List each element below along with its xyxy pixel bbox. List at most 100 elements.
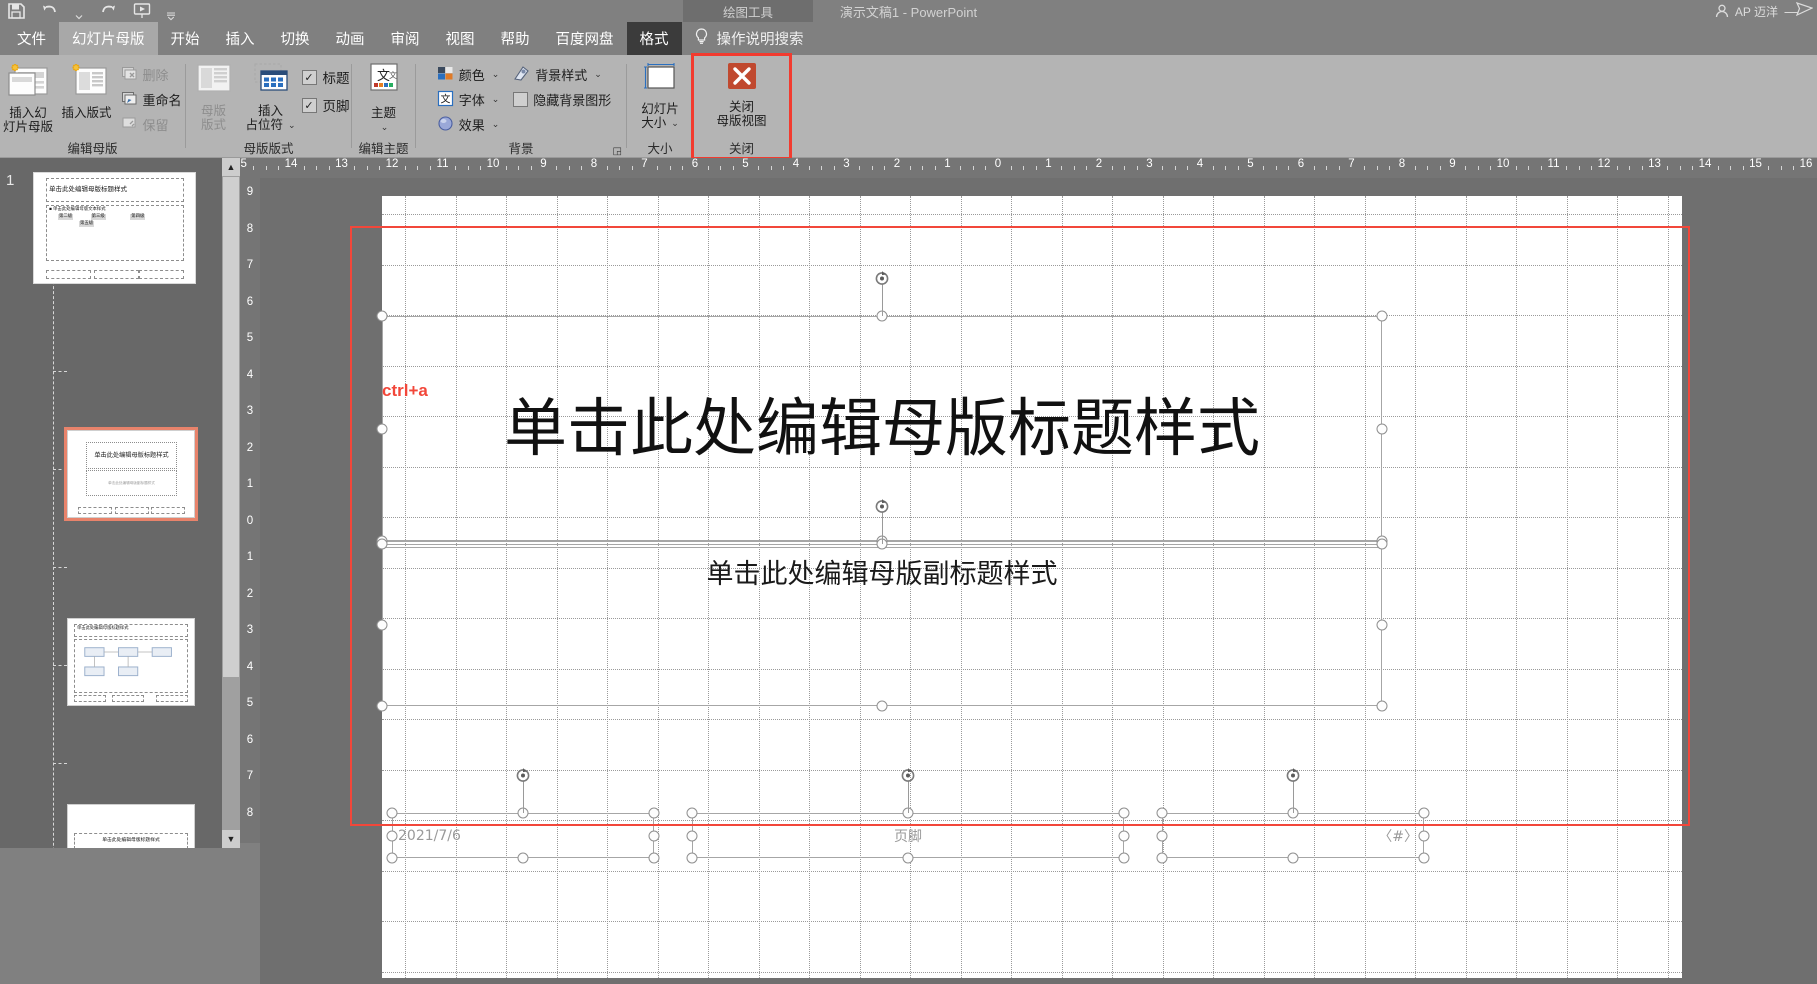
tab-slide-master[interactable]: 幻灯片母版	[59, 22, 158, 55]
theme-chevron-down-icon[interactable]: ⌄	[381, 120, 389, 134]
title-placeholder-handle[interactable]	[1376, 310, 1388, 322]
fonts-chevron-down-icon[interactable]: ⌄	[492, 94, 500, 105]
content-placeholder-handle[interactable]	[1376, 700, 1388, 712]
title-placeholder-handle[interactable]	[376, 423, 388, 434]
title-placeholder-handle[interactable]	[1376, 423, 1388, 434]
ruler-tick-h: 4	[792, 158, 800, 170]
date-placeholder-handle[interactable]	[648, 852, 660, 864]
content-placeholder-handle[interactable]	[1376, 619, 1388, 631]
bg-styles-chevron-down-icon[interactable]: ⌄	[594, 69, 602, 80]
tab-animations[interactable]: 动画	[323, 22, 378, 55]
preserve-master-button[interactable]: 保留	[117, 112, 186, 137]
footer-checkbox[interactable]: ✓ 页脚	[301, 91, 350, 119]
footer-placeholder-handle[interactable]	[686, 807, 698, 819]
tab-baidu-netdisk[interactable]: 百度网盘	[543, 22, 627, 55]
thumbnail-layout-2[interactable]: 单击此处编辑母版标题样式	[67, 618, 195, 706]
footer-placeholder-handle[interactable]	[686, 852, 698, 864]
checkbox-title-box[interactable]: ✓	[301, 69, 317, 85]
date-placeholder-handle[interactable]	[386, 830, 398, 841]
footer-placeholder-handle[interactable]	[686, 830, 698, 841]
content-placeholder-handle[interactable]	[376, 619, 388, 631]
footer-placeholder-handle[interactable]	[1118, 830, 1130, 841]
colors-chevron-down-icon[interactable]: ⌄	[492, 69, 500, 80]
tab-home[interactable]: 开始	[158, 22, 213, 55]
slide-number-placeholder-handle[interactable]	[1418, 830, 1430, 841]
tab-help[interactable]: 帮助	[488, 22, 543, 55]
footer-placeholder-handle[interactable]	[1118, 807, 1130, 819]
slide-grid-line-horizontal	[382, 870, 1682, 872]
tab-view[interactable]: 视图	[433, 22, 488, 55]
tab-file[interactable]: 文件	[4, 22, 59, 55]
theme-effects-button[interactable]: 效果 ⌄	[433, 112, 504, 137]
date-placeholder-handle[interactable]	[386, 807, 398, 819]
close-master-view-button[interactable]: 关闭 母版视图	[700, 60, 784, 128]
thumbnail-layout-1[interactable]: 单击此处编辑母版标题样式 单击此处编辑母版副标题样式	[64, 427, 198, 521]
scrollbar-thumb[interactable]	[223, 177, 239, 677]
undo-dropdown-icon[interactable]	[74, 1, 84, 21]
master-number-label: 1	[6, 172, 15, 189]
rename-master-button[interactable]: 重命名	[117, 87, 186, 112]
footer-placeholder-handle[interactable]	[1118, 852, 1130, 864]
thumbnail-pane-scrollbar[interactable]: ▲ ▼	[222, 158, 240, 848]
title-checkbox[interactable]: ✓ 标题	[301, 63, 350, 91]
redo-icon[interactable]	[98, 1, 118, 21]
date-placeholder-handle[interactable]	[648, 830, 660, 841]
size-chevron-down-icon[interactable]: ⌄	[671, 116, 679, 130]
vertical-ruler[interactable]: 9876543210123456789	[240, 178, 260, 843]
checkbox-footer-box[interactable]: ✓	[301, 97, 317, 113]
footer-placeholder-handle[interactable]	[902, 852, 914, 864]
slide-grid-line-horizontal	[382, 719, 1682, 720]
footer-placeholder-rotate-handle[interactable]	[900, 767, 917, 784]
tab-insert[interactable]: 插入	[213, 22, 268, 55]
scroll-down-icon[interactable]: ▼	[222, 830, 240, 848]
minimize-button[interactable]: —	[1769, 0, 1813, 22]
slide-number-placeholder-handle[interactable]	[1156, 852, 1168, 864]
slide-number-placeholder-handle[interactable]	[1156, 807, 1168, 819]
horizontal-ruler[interactable]: 1615141312111098765432101234567891011121…	[185, 158, 1817, 178]
content-placeholder-rotate-handle[interactable]	[874, 498, 891, 515]
master-layout-button[interactable]: 母版 版式	[188, 60, 240, 132]
thumbnail-layout-3[interactable]: 单击此处编辑母版标题样式	[67, 804, 195, 848]
slide-number-placeholder-handle[interactable]	[1287, 852, 1299, 864]
slide-number-placeholder-rotate-handle[interactable]	[1285, 767, 1302, 784]
hide-background-graphics-box[interactable]: ✓	[513, 92, 529, 107]
date-placeholder-handle[interactable]	[386, 852, 398, 864]
theme-button[interactable]: 文 文 主题 ⌄	[353, 60, 415, 134]
title-placeholder-rotate-handle[interactable]	[874, 270, 891, 287]
date-placeholder-rotate-handle[interactable]	[515, 767, 532, 784]
background-styles-button[interactable]: 背景样式 ⌄	[509, 62, 615, 87]
save-icon[interactable]	[6, 1, 26, 21]
background-dialog-launcher-icon[interactable]: ◲	[613, 146, 622, 157]
effects-chevron-down-icon[interactable]: ⌄	[492, 119, 500, 130]
content-placeholder-handle[interactable]	[376, 700, 388, 712]
title-placeholder-handle[interactable]	[376, 310, 388, 322]
slide-editing-surface[interactable]: 单击此处编辑母版标题样式 单击此处编辑母版副标题样式 2021/7/6 页脚 〈…	[376, 196, 1682, 978]
theme-colors-button[interactable]: 颜色 ⌄	[433, 62, 504, 87]
insert-placeholder-button[interactable]: 插入 占位符 ⌄	[240, 60, 302, 132]
tab-review[interactable]: 审阅	[378, 22, 433, 55]
slide-number-placeholder-handle[interactable]	[1156, 830, 1168, 841]
hide-background-graphics-checkbox[interactable]: ✓ 隐藏背景图形	[509, 87, 615, 112]
content-placeholder-handle[interactable]	[376, 538, 388, 550]
insert-layout-button[interactable]: 插入版式	[57, 60, 117, 120]
undo-icon[interactable]	[40, 1, 60, 21]
slide-number-placeholder-handle[interactable]	[1418, 852, 1430, 864]
tab-format[interactable]: 格式	[626, 22, 682, 55]
content-placeholder-handle[interactable]	[1376, 538, 1388, 550]
content-placeholder-handle[interactable]	[876, 700, 888, 712]
date-placeholder-handle[interactable]	[517, 852, 529, 864]
start-presentation-icon[interactable]	[132, 1, 152, 21]
insert-slide-master-button[interactable]: 插入幻 灯片母版	[0, 60, 57, 134]
tell-me-search[interactable]: 操作说明搜索	[682, 22, 816, 55]
slide-size-button[interactable]: 幻灯片 大小 ⌄	[629, 60, 691, 130]
thumbnail-slide-master[interactable]: 单击此处编辑母版标题样式 ▪ 单击此处编辑母版文本样式 第二级 第三级 第四级 第…	[33, 172, 196, 284]
slide-thumbnail-pane[interactable]: 1 单击此处编辑母版标题样式 ▪ 单击此处编辑母版文本样式 第二级 第三级 第四级…	[0, 158, 240, 848]
customize-qat-icon[interactable]	[166, 1, 176, 21]
theme-fonts-button[interactable]: 文 字体 ⌄	[433, 87, 504, 112]
chevron-down-icon[interactable]: ⌄	[288, 118, 296, 132]
delete-master-button[interactable]: 删除	[117, 62, 186, 87]
date-placeholder-handle[interactable]	[648, 807, 660, 819]
scroll-up-icon[interactable]: ▲	[222, 158, 240, 176]
tab-transitions[interactable]: 切换	[268, 22, 323, 55]
slide-number-placeholder-handle[interactable]	[1418, 807, 1430, 819]
